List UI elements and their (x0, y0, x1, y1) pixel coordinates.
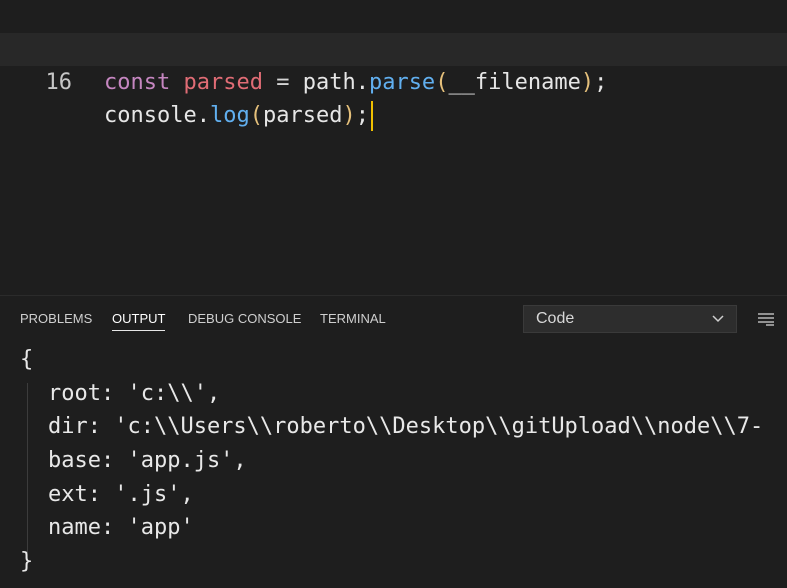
variable-token: parsed (183, 70, 263, 95)
code-text: console.log(parsed); (104, 99, 373, 132)
chevron-down-icon (712, 306, 724, 340)
semicolon-token: ; (594, 70, 608, 95)
argument-token: parsed (262, 103, 343, 128)
code-text: const parsed = path.parse(__filename); (104, 66, 607, 99)
list-menu-icon[interactable] (756, 311, 776, 327)
output-line: ext: '.js', (48, 482, 194, 507)
operator-token: = (276, 70, 290, 95)
dot-token: . (355, 70, 369, 95)
method-token: parse (368, 70, 436, 95)
panel-tabs: PROBLEMS OUTPUT DEBUG CONSOLE TERMINAL C… (0, 296, 787, 341)
line-number: 16 (45, 70, 73, 95)
semicolon-token: ; (355, 103, 369, 128)
tab-debug-console[interactable]: DEBUG CONSOLE (188, 311, 301, 330)
object-token: path (302, 70, 356, 95)
indent-guide (27, 383, 28, 553)
method-token: log (209, 103, 250, 128)
output-content[interactable]: { root: 'c:\\', dir: 'c:\\Users\\roberto… (0, 343, 787, 588)
tab-output[interactable]: OUTPUT (112, 311, 166, 331)
code-line-15[interactable]: 15 const parsed = path.parse(__filename)… (0, 0, 787, 95)
paren-close-token: ) (580, 70, 595, 95)
code-line-16[interactable]: 16 console.log(parsed); (0, 33, 787, 131)
paren-open-token: ( (249, 103, 263, 128)
code-editor[interactable]: 15 const parsed = path.parse(__filename)… (0, 0, 787, 295)
output-line: dir: 'c:\\Users\\roberto\\Desktop\\gitUp… (48, 414, 764, 439)
output-line: name: 'app' (48, 515, 194, 540)
object-token: console (104, 103, 197, 128)
tab-terminal[interactable]: TERMINAL (320, 311, 386, 330)
output-channel-value: Code (536, 310, 575, 327)
dot-token: . (196, 103, 210, 128)
bottom-panel: PROBLEMS OUTPUT DEBUG CONSOLE TERMINAL C… (0, 295, 787, 587)
paren-open-token: ( (435, 70, 449, 95)
output-channel-select[interactable]: Code (523, 305, 737, 333)
output-line: root: 'c:\\', (48, 381, 221, 406)
output-line: } (20, 549, 34, 574)
tab-problems[interactable]: PROBLEMS (20, 311, 92, 330)
output-line: base: 'app.js', (48, 448, 247, 473)
paren-close-token: ) (342, 103, 356, 128)
output-line: { (20, 347, 34, 372)
text-cursor (370, 101, 373, 131)
keyword-token: const (104, 70, 171, 95)
argument-token: __filename (448, 70, 581, 95)
